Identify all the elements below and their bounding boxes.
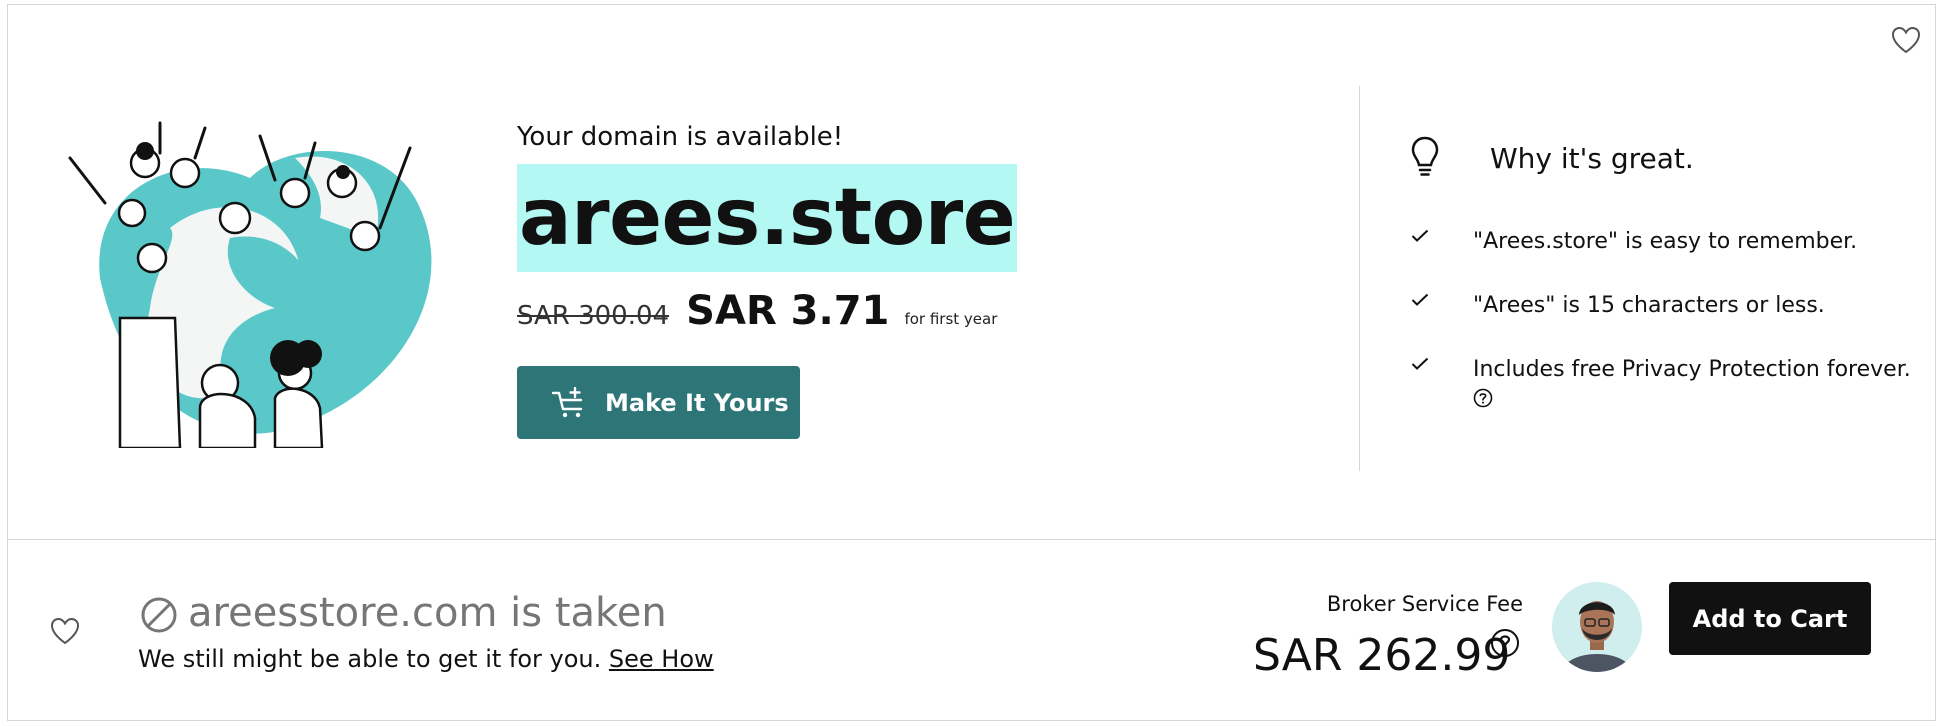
reason-text: "Arees.store" is easy to remember. (1473, 229, 1858, 254)
people-crowd-illustration (68, 121, 432, 448)
make-it-yours-label: Make It Yours (605, 388, 789, 417)
broker-fee-price: SAR 262.99 (1253, 630, 1511, 681)
price-row: SAR 300.04 SAR 3.71 for first year (517, 288, 997, 334)
taken-domain-subtitle: We still might be able to get it for you… (138, 645, 714, 673)
section-divider (1359, 86, 1360, 471)
heart-icon[interactable] (1891, 26, 1921, 54)
help-circle-icon[interactable] (1490, 628, 1520, 658)
reason-text: Includes free Privacy Protection forever… (1473, 357, 1911, 382)
why-its-great-title: Why it's great. (1490, 142, 1694, 175)
taken-subtitle-text: We still might be able to get it for you… (138, 645, 602, 673)
availability-heading: Your domain is available! (517, 122, 844, 152)
heart-icon[interactable] (50, 617, 80, 645)
available-domain-name: arees.store (517, 164, 1018, 272)
reason-text: "Arees" is 15 characters or less. (1473, 293, 1825, 318)
make-it-yours-button[interactable]: Make It Yours (517, 366, 800, 439)
broker-fee-label: Broker Service Fee (1326, 592, 1523, 616)
taken-domain-title: areesstore.com is taken (188, 590, 667, 636)
checkmark-icon (1411, 229, 1429, 242)
cart-plus-icon (551, 386, 583, 417)
see-how-link[interactable]: See How (609, 645, 714, 673)
price-period: for first year (904, 310, 998, 328)
add-to-cart-button[interactable]: Add to Cart (1669, 582, 1871, 655)
help-circle-icon[interactable] (1473, 388, 1493, 408)
checkmark-icon (1411, 293, 1429, 306)
broker-avatar (1552, 582, 1642, 672)
checkmark-icon (1411, 357, 1429, 370)
original-price: SAR 300.04 (517, 301, 670, 331)
sale-price: SAR 3.71 (686, 288, 890, 334)
lightbulb-icon (1411, 136, 1439, 176)
person-portrait-icon (1562, 601, 1632, 672)
unavailable-icon (141, 597, 177, 633)
